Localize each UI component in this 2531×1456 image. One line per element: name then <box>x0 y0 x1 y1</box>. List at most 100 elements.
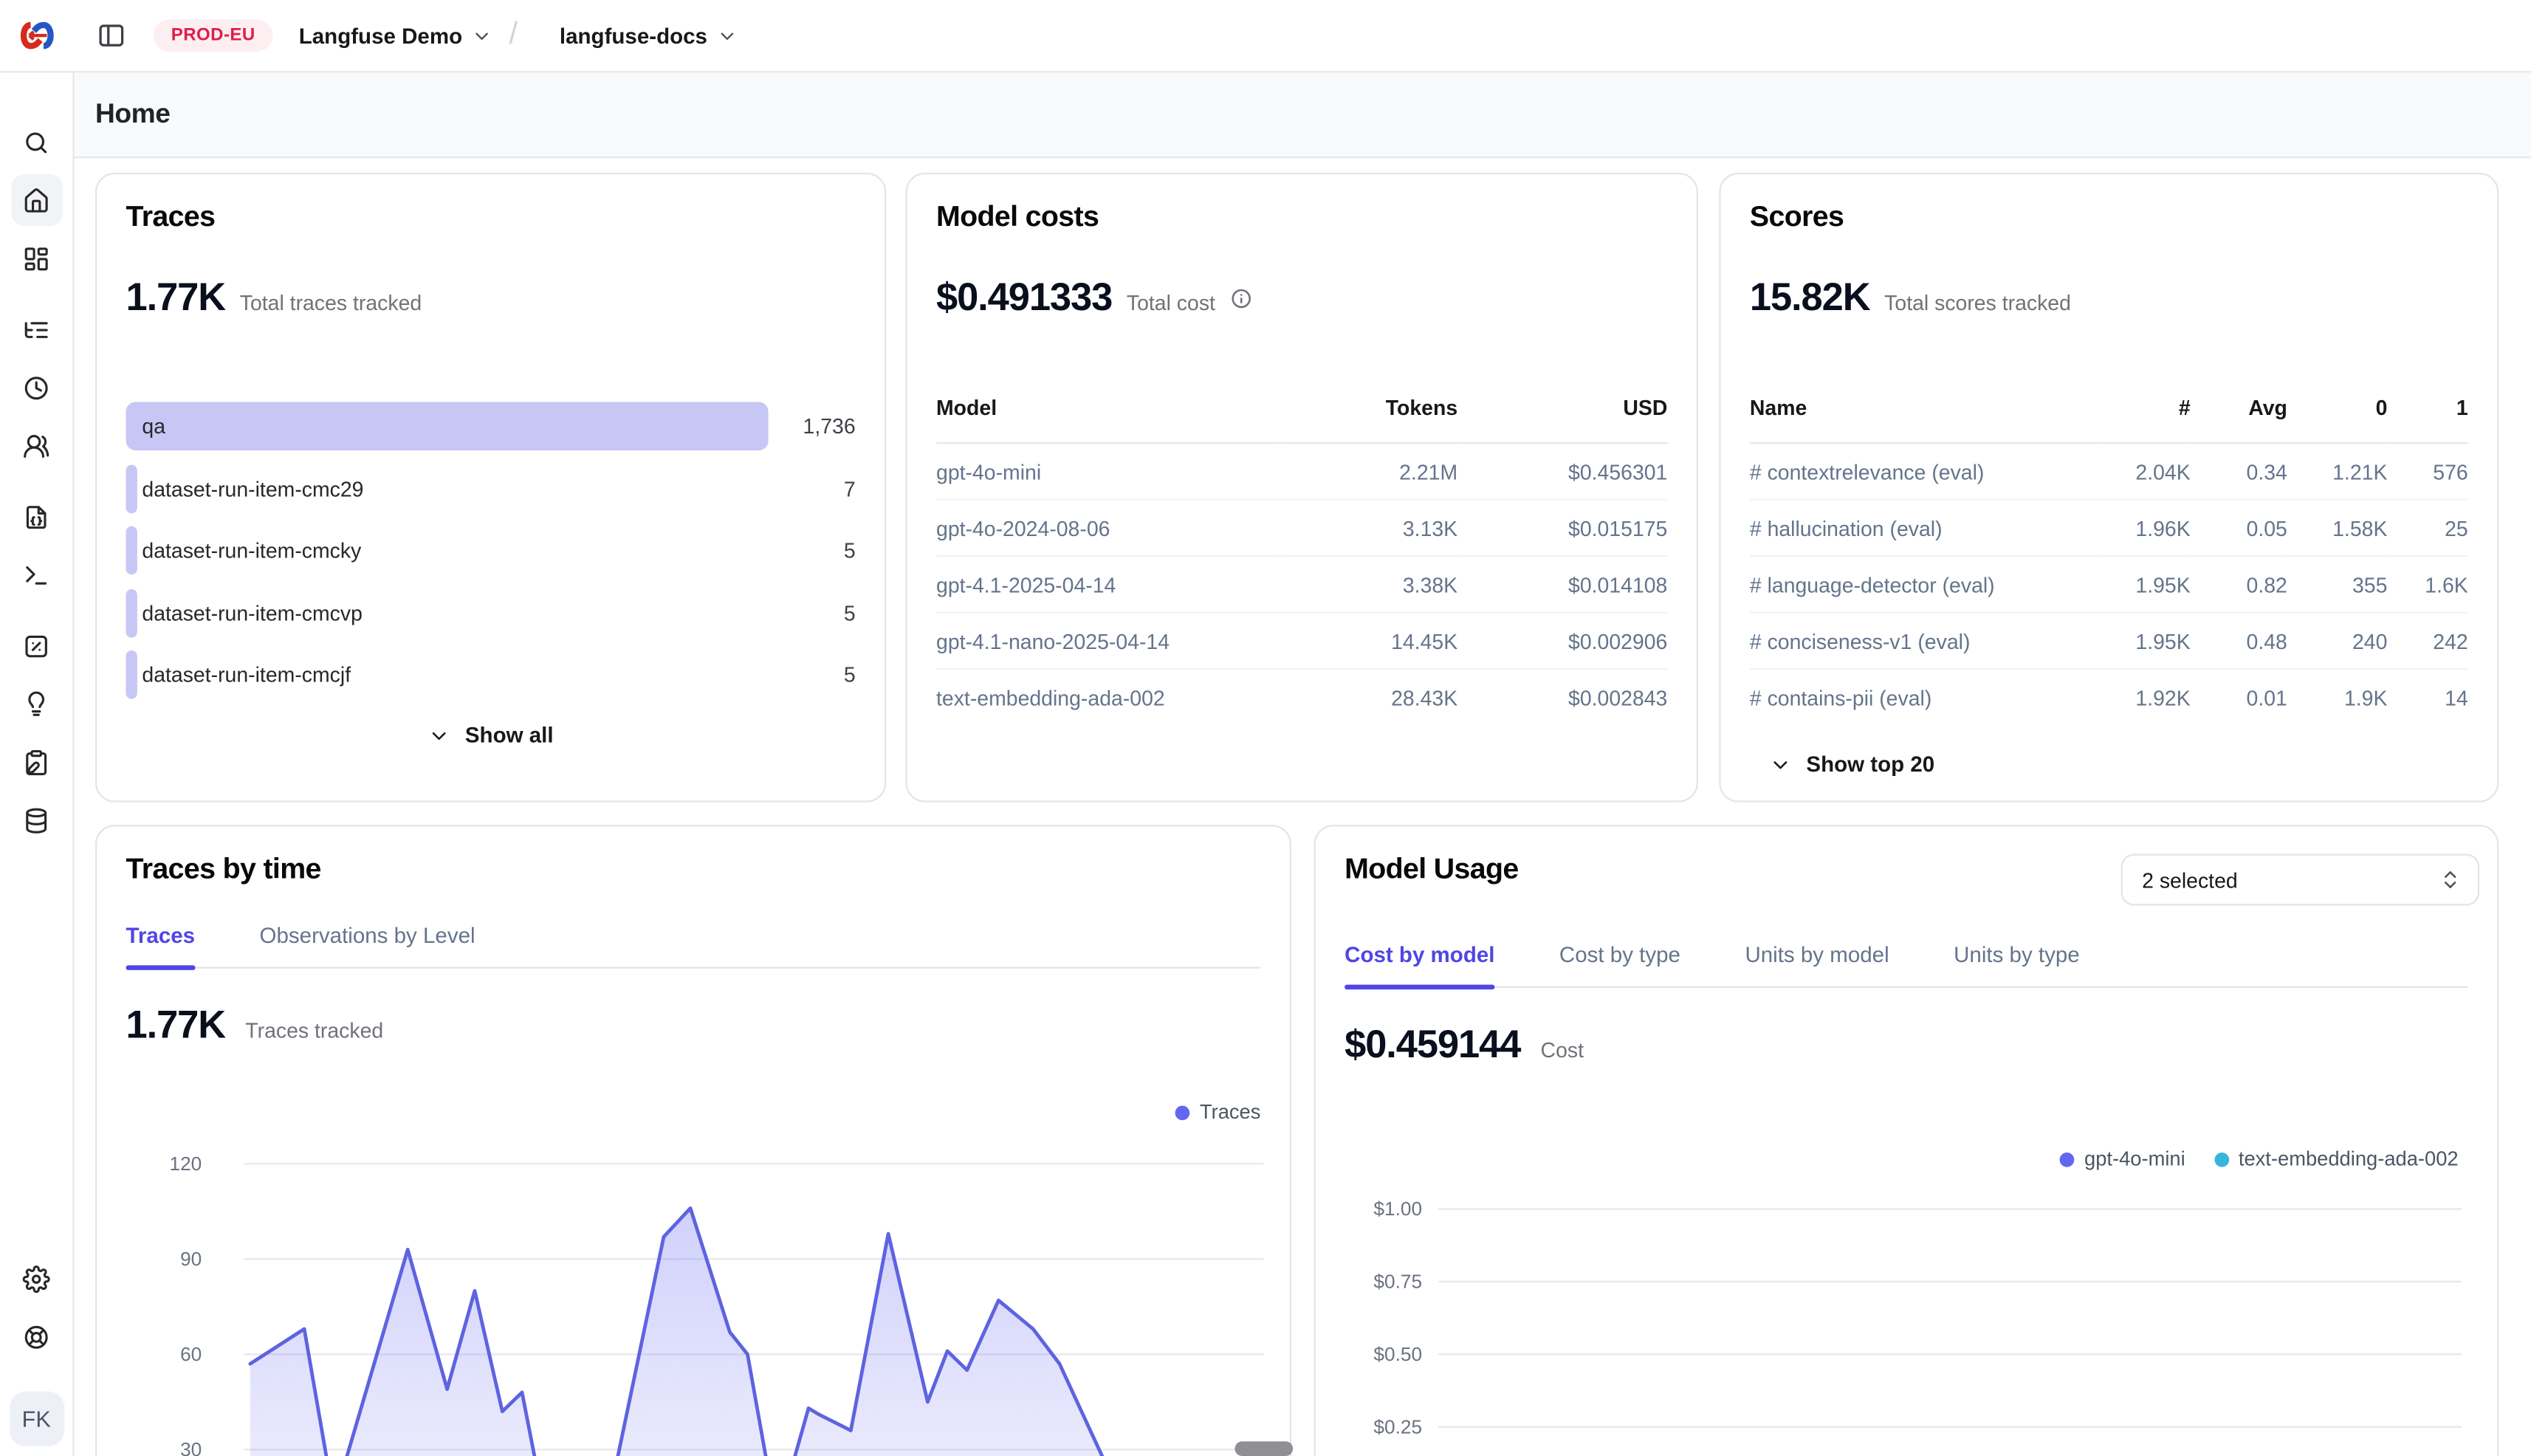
org-switcher[interactable]: Langfuse Demo <box>299 24 493 48</box>
y-axis-labels: 120 90 60 30 <box>126 826 202 1456</box>
table-cell: 0.05 <box>2191 500 2287 557</box>
table-header-row: ModelTokensUSD <box>936 396 1667 443</box>
table-cell: 355 <box>2287 556 2388 613</box>
chevrons-up-down-icon <box>2439 868 2462 891</box>
sidebar-item-evaluators[interactable] <box>10 620 62 672</box>
table-cell: # hallucination (eval) <box>1750 500 2097 557</box>
table-row: gpt-4o-mini2.21M$0.456301 <box>936 443 1667 500</box>
environment-badge[interactable]: PROD-EU <box>154 19 273 52</box>
sidebar-item-datasets[interactable] <box>10 736 62 788</box>
playground-icon <box>23 561 50 588</box>
column-header: 1 <box>2387 396 2468 443</box>
sidebar-item-sessions[interactable] <box>10 362 62 413</box>
horizontal-scrollbar-thumb[interactable] <box>1234 1441 1293 1456</box>
traces-by-time-card: Traces by time TracesObservations by Lev… <box>95 825 1291 1456</box>
table-cell: 2.21M <box>1280 443 1457 500</box>
table-row: gpt-4.1-2025-04-143.38K$0.014108 <box>936 556 1667 613</box>
bar-label: dataset-run-item-cmc29 <box>142 476 363 501</box>
org-name: Langfuse Demo <box>299 24 462 48</box>
bar-value: 7 <box>844 476 856 501</box>
bar-fill <box>126 650 137 699</box>
bar-value: 1,736 <box>803 414 856 439</box>
table-header-row: Name#Avg01 <box>1750 396 2468 443</box>
trace-bar-row[interactable]: dataset-run-item-cmcky5 <box>126 526 856 575</box>
sidebar-toggle-icon[interactable] <box>97 21 126 49</box>
sidebar-item-prompts[interactable] <box>10 491 62 543</box>
tab-observations-by-level[interactable]: Observations by Level <box>260 924 475 967</box>
legend-item[interactable]: text-embedding-ada-002 <box>2214 1147 2459 1170</box>
show-top-20-button[interactable]: Show top 20 <box>1750 752 2468 777</box>
column-header: Avg <box>2191 396 2287 443</box>
y-tick-label: $0.25 <box>1373 1414 1422 1440</box>
sidebar-item-home[interactable] <box>10 174 62 226</box>
trace-bar-row[interactable]: dataset-run-item-cmcjf5 <box>126 650 856 699</box>
show-all-button[interactable]: Show all <box>126 723 856 747</box>
sidebar-item-storage[interactable] <box>10 794 62 846</box>
chart-legend: gpt-4o-mini text-embedding-ada-002 <box>2060 1147 2458 1170</box>
metric-label: Cost <box>1541 1038 1584 1062</box>
legend-item[interactable]: Traces <box>1175 1101 1260 1124</box>
metric-value: 1.77K <box>126 276 226 321</box>
table-cell: # conciseness-v1 (eval) <box>1750 613 2097 670</box>
legend-label: Traces <box>1200 1101 1261 1124</box>
sidebar-item-tracing[interactable] <box>10 303 62 355</box>
legend-label: gpt-4o-mini <box>2084 1147 2185 1170</box>
sidebar-item-search[interactable] <box>10 116 62 168</box>
y-tick-label: 90 <box>180 1246 202 1272</box>
table-cell: $0.014108 <box>1457 556 1667 613</box>
y-tick-label: 30 <box>180 1437 202 1456</box>
column-header: Model <box>936 396 1280 443</box>
table-cell: 1.95K <box>2097 613 2191 670</box>
tab-units-by-model[interactable]: Units by model <box>1745 943 1889 986</box>
model-costs-card: Model costs $0.491333 Total cost ModelTo… <box>905 173 1697 803</box>
sidebar-item-support[interactable] <box>10 1311 62 1362</box>
show-top-20-label: Show top 20 <box>1806 752 1934 777</box>
table-row: gpt-4.1-nano-2025-04-1414.45K$0.002906 <box>936 613 1667 670</box>
trace-bar-row[interactable]: dataset-run-item-cmc29 7 <box>126 464 856 513</box>
bar-label: dataset-run-item-cmcjf <box>142 662 351 687</box>
bar-label: dataset-run-item-cmcky <box>142 538 361 563</box>
sidebar-item-playground[interactable] <box>10 549 62 600</box>
bar-label: dataset-run-item-cmcvp <box>142 600 363 625</box>
y-tick-label: 60 <box>180 1342 202 1367</box>
model-select[interactable]: 2 selected <box>2121 854 2479 906</box>
table-cell: $0.456301 <box>1457 443 1667 500</box>
trace-bar-row[interactable]: qa1,736 <box>126 402 856 450</box>
sidebar-item-users[interactable] <box>10 419 62 471</box>
search-icon <box>23 128 50 156</box>
legend-dot-icon <box>2060 1152 2075 1167</box>
y-axis-labels: $1.00$0.75$0.50$0.25 <box>1345 826 1422 1456</box>
table-cell: gpt-4.1-nano-2025-04-14 <box>936 613 1280 670</box>
bar-fill <box>126 402 769 450</box>
card-title: Model costs <box>936 200 1667 234</box>
project-switcher[interactable]: langfuse-docs <box>560 24 738 48</box>
table-cell: gpt-4o-2024-08-06 <box>936 500 1280 557</box>
table-row: # language-detector (eval)1.95K0.823551.… <box>1750 556 2468 613</box>
column-header: Name <box>1750 396 2097 443</box>
app-window: FK PROD-EU Langfuse Demo / langfuse-docs <box>0 0 2531 1456</box>
datasets-icon <box>23 748 50 775</box>
table-cell: 25 <box>2387 500 2468 557</box>
sidebar-item-dashboards[interactable] <box>10 233 62 284</box>
y-tick-label: 120 <box>169 1151 202 1177</box>
sidebar-item-settings[interactable] <box>10 1253 62 1305</box>
table-row: # contains-pii (eval)1.92K0.011.9K14 <box>1750 669 2468 724</box>
sidebar-item-annotation[interactable] <box>10 678 62 729</box>
table-cell: 1.92K <box>2097 669 2191 724</box>
avatar[interactable]: FK <box>9 1392 63 1446</box>
info-icon[interactable] <box>1230 287 1253 310</box>
sidebar: FK <box>0 0 75 1456</box>
model-costs-table: ModelTokensUSDgpt-4o-mini2.21M$0.456301g… <box>936 396 1667 725</box>
sidebar-bottom-nav <box>10 1253 62 1369</box>
trace-bar-row[interactable]: dataset-run-item-cmcvp5 <box>126 588 856 637</box>
table-cell: $0.002906 <box>1457 613 1667 670</box>
tab-units-by-type[interactable]: Units by type <box>1954 943 2080 986</box>
langfuse-logo-icon[interactable] <box>0 19 75 52</box>
evaluators-icon <box>23 632 50 659</box>
legend-item[interactable]: gpt-4o-mini <box>2060 1147 2185 1170</box>
traces-card: Traces 1.77K Total traces tracked qa1,73… <box>95 173 886 803</box>
tab-cost-by-type[interactable]: Cost by type <box>1559 943 1680 986</box>
y-tick-label: $0.75 <box>1373 1268 1422 1294</box>
metric-label: Total scores tracked <box>1884 291 2071 315</box>
model-usage-card: Model Usage 2 selected Cost by modelCost… <box>1314 825 2499 1456</box>
